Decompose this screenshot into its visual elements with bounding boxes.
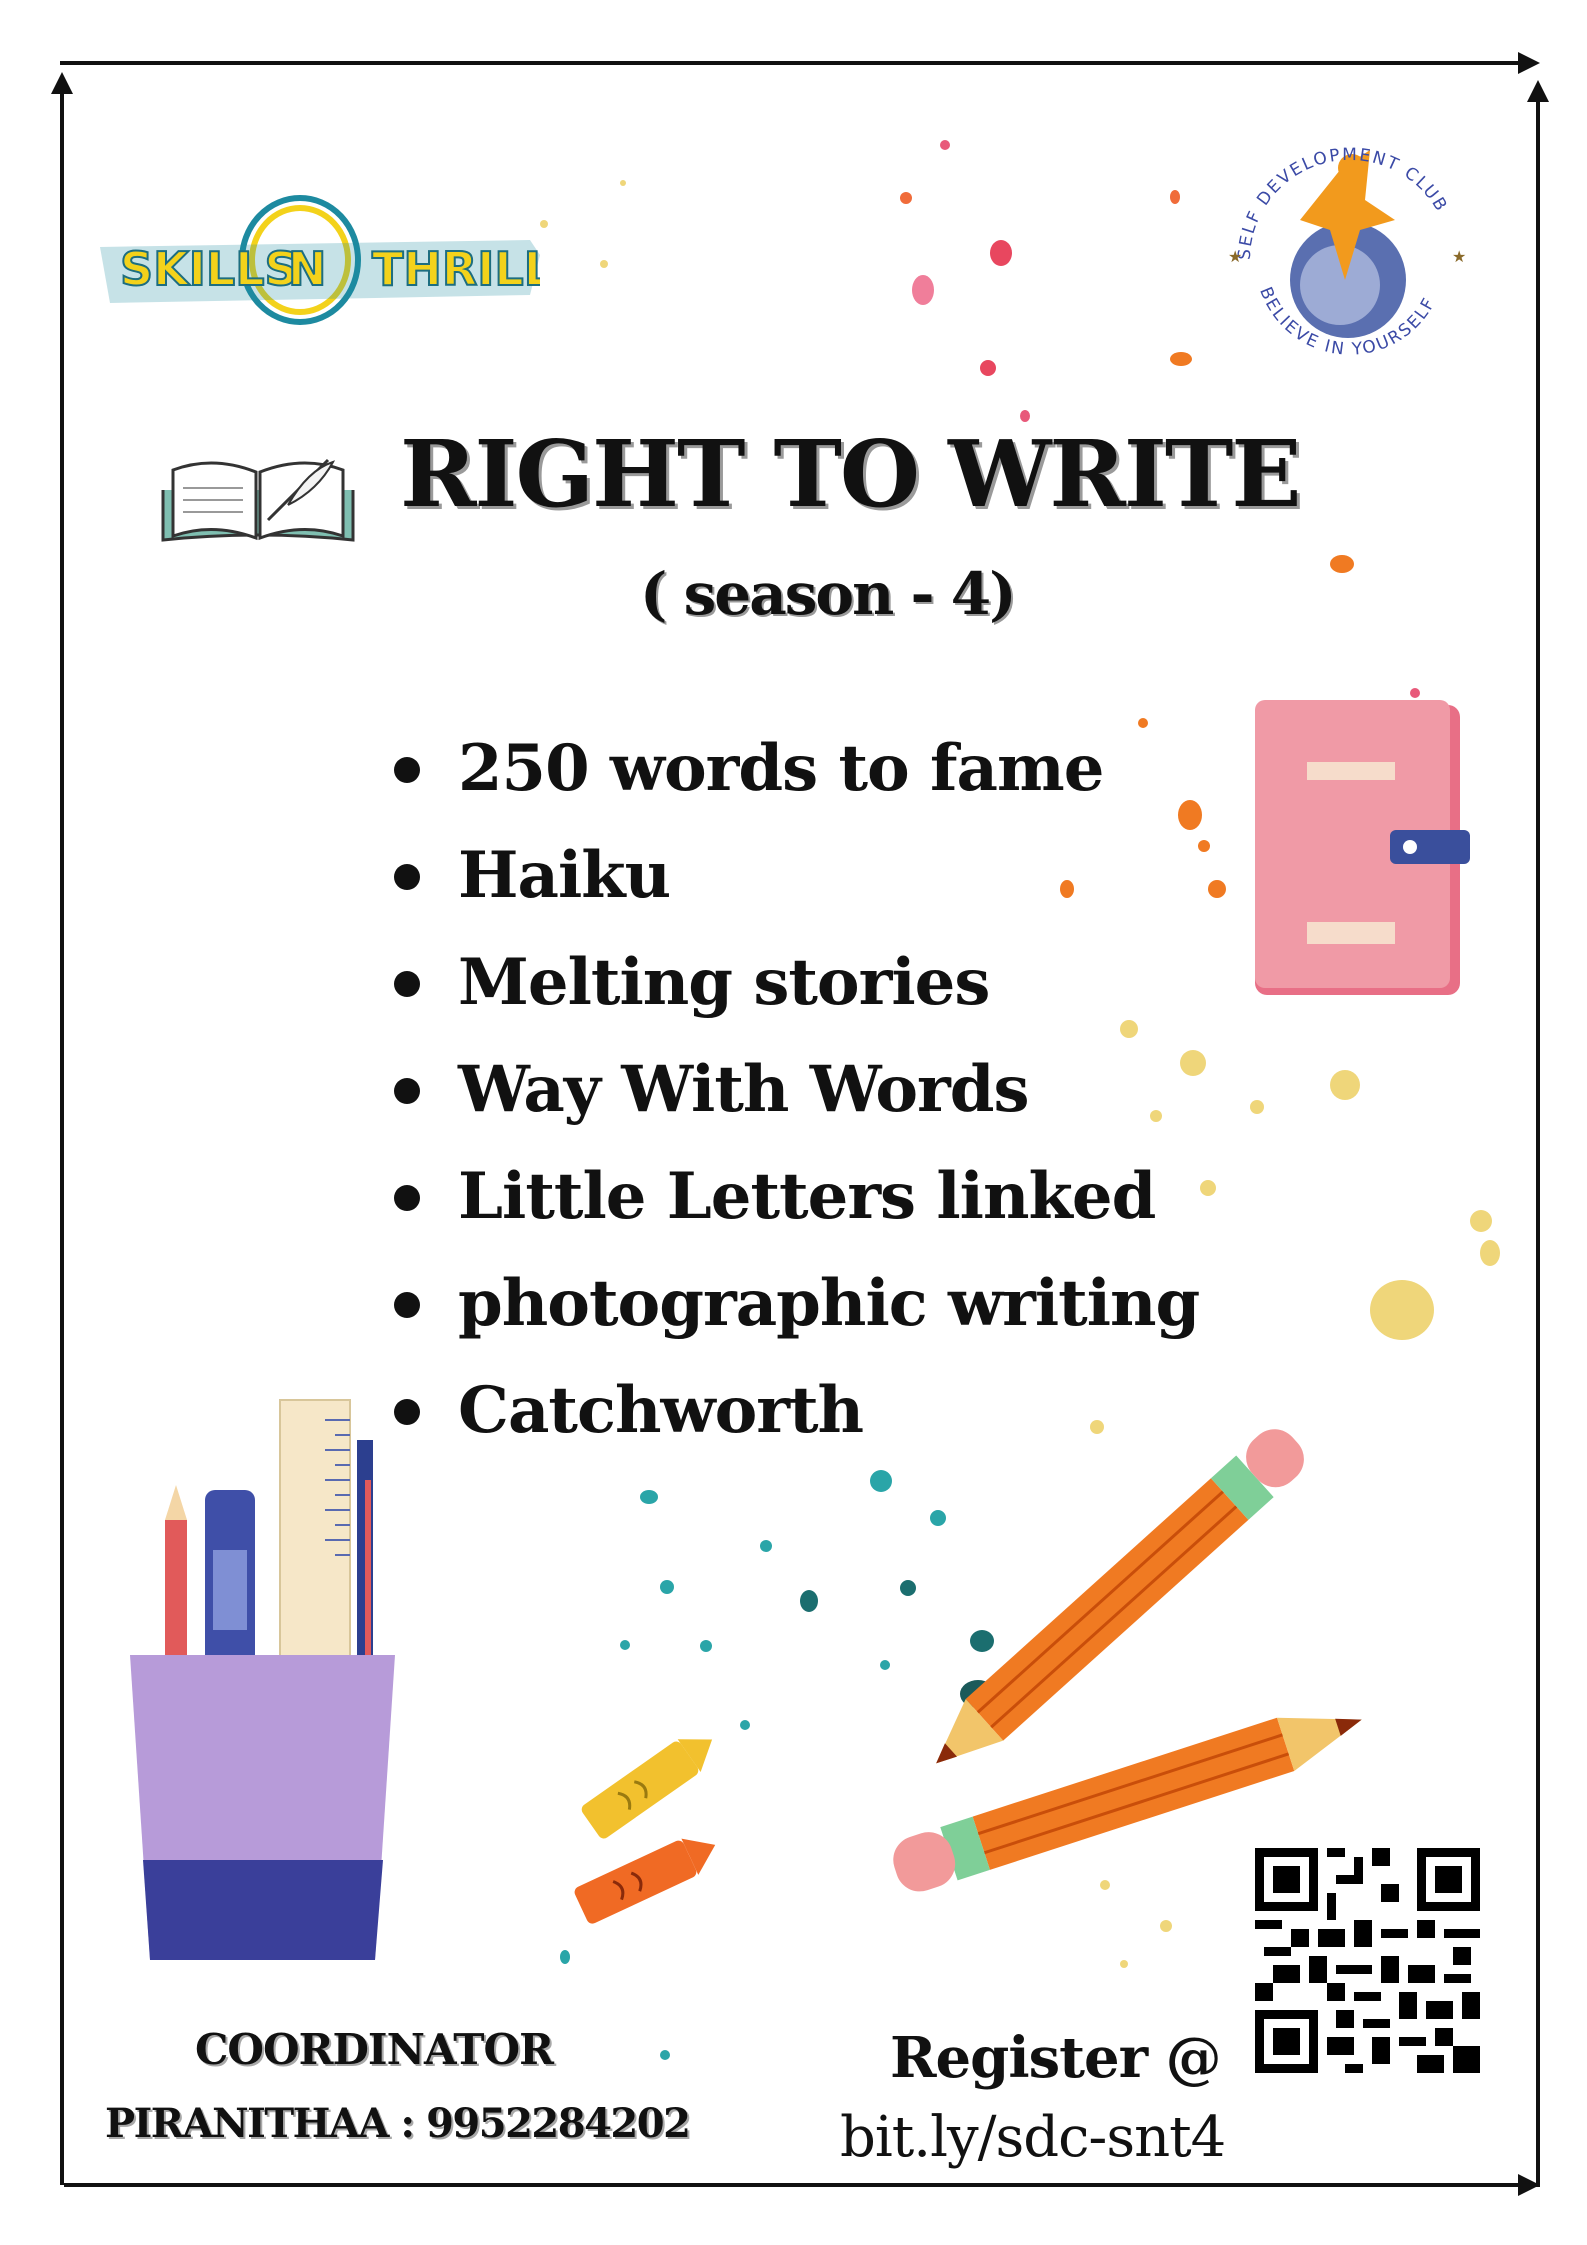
svg-text:THRILLS: THRILLS	[372, 242, 540, 296]
open-book-icon	[158, 450, 358, 555]
svg-text:★: ★	[1228, 247, 1242, 266]
frame-bottom	[64, 2183, 1530, 2187]
pen-holder-icon	[125, 1390, 405, 1990]
crayon-icon	[560, 1720, 730, 1940]
qr-code-icon[interactable]	[1255, 1848, 1480, 2073]
pencil-icon	[850, 1360, 1410, 1920]
list-item: Little Letters linked	[390, 1143, 1199, 1250]
coordinator-heading: COORDINATOR	[195, 2025, 554, 2074]
competition-list: 250 words to fame Haiku Melting stories …	[390, 715, 1200, 1464]
bullet-icon	[394, 757, 420, 783]
svg-text:★: ★	[1452, 247, 1466, 266]
bullet-icon	[394, 864, 420, 890]
event-title: RIGHT TO WRITE	[400, 420, 1302, 528]
frame-right-arrow	[1527, 80, 1549, 102]
frame-right	[1536, 95, 1540, 2187]
list-item: 250 words to fame	[390, 715, 1199, 822]
event-season: ( season - 4)	[640, 560, 1017, 628]
notebook-icon	[1255, 700, 1470, 1000]
register-label: Register @	[890, 2025, 1222, 2091]
coordinator-contact: PIRANITHAA : 9952284202	[105, 2100, 691, 2147]
frame-left-arrow	[51, 72, 73, 94]
list-item: Haiku	[390, 822, 1199, 929]
frame-top	[60, 61, 1530, 65]
svg-text:N: N	[288, 242, 327, 296]
list-item: Way With Words	[390, 1036, 1199, 1143]
svg-text:SKILLS: SKILLS	[120, 242, 298, 296]
bullet-icon	[394, 1292, 420, 1318]
skills-n-thrills-logo: SKILLS THRILLS N	[100, 185, 587, 335]
bullet-icon	[394, 1078, 420, 1104]
list-item: Melting stories	[390, 929, 1199, 1036]
frame-top-arrow	[1518, 52, 1540, 74]
bullet-icon	[394, 971, 420, 997]
bullet-icon	[394, 1185, 420, 1211]
register-link[interactable]: bit.ly/sdc-snt4	[840, 2105, 1226, 2170]
self-development-club-logo: SELF DEVELOPMENT CLUB BELIEVE IN YOURSEL…	[1220, 110, 1470, 380]
frame-left	[60, 80, 64, 2185]
list-item: photographic writing	[390, 1250, 1200, 1357]
